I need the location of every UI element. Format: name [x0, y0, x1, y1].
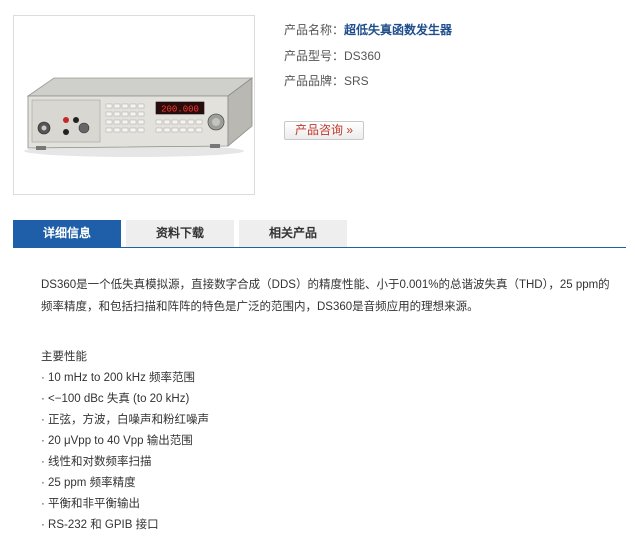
product-image: 200.000	[13, 15, 255, 195]
ds360-instrument-illustration: 200.000	[24, 77, 254, 157]
product-tabs: 详细信息 资料下载 相关产品	[13, 220, 626, 248]
product-model-row: 产品型号：DS360	[284, 47, 381, 64]
feature-item: · 正弦，方波，白噪声和粉红噪声	[41, 414, 210, 426]
tab-downloads[interactable]: 资料下载	[126, 220, 234, 247]
product-name-row: 产品名称：超低失真函数发生器	[284, 21, 452, 38]
feature-item: · RS-232 和 GPIB 接口	[41, 519, 159, 531]
features-list: · 10 mHz to 200 kHz 频率范围 · <−100 dBc 失真 …	[41, 368, 613, 536]
feature-item: · 平衡和非平衡输出	[41, 498, 141, 510]
tab-related-products[interactable]: 相关产品	[239, 220, 347, 247]
feature-item: · <−100 dBc 失真 (to 20 kHz)	[41, 393, 190, 405]
product-brand-value: SRS	[344, 74, 369, 88]
product-name-label: 产品名称：	[284, 23, 345, 37]
feature-item: · 20 μVpp to 40 Vpp 输出范围	[41, 435, 193, 447]
tab-details[interactable]: 详细信息	[13, 220, 121, 247]
tab-divider	[13, 247, 626, 248]
product-brand-label: 产品品牌：	[284, 74, 345, 88]
product-consult-button[interactable]: 产品咨询 »	[284, 121, 364, 140]
feature-item: · 25 ppm 频率精度	[41, 477, 136, 489]
frequency-display: 200.000	[161, 105, 199, 115]
product-name-value: 超低失真函数发生器	[344, 23, 453, 37]
product-model-label: 产品型号：	[284, 49, 345, 63]
product-description: DS360是一个低失真模拟源，直接数字合成（DDS）的精度性能、小于0.001%…	[41, 279, 610, 313]
features-heading: 主要性能	[41, 351, 87, 363]
feature-item: · 线性和对数频率扫描	[41, 456, 152, 468]
product-brand-row: 产品品牌：SRS	[284, 72, 369, 89]
product-model-value: DS360	[344, 49, 381, 63]
detail-content: DS360是一个低失真模拟源，直接数字合成（DDS）的精度性能、小于0.001%…	[41, 274, 613, 536]
feature-item: · 10 mHz to 200 kHz 频率范围	[41, 372, 196, 384]
